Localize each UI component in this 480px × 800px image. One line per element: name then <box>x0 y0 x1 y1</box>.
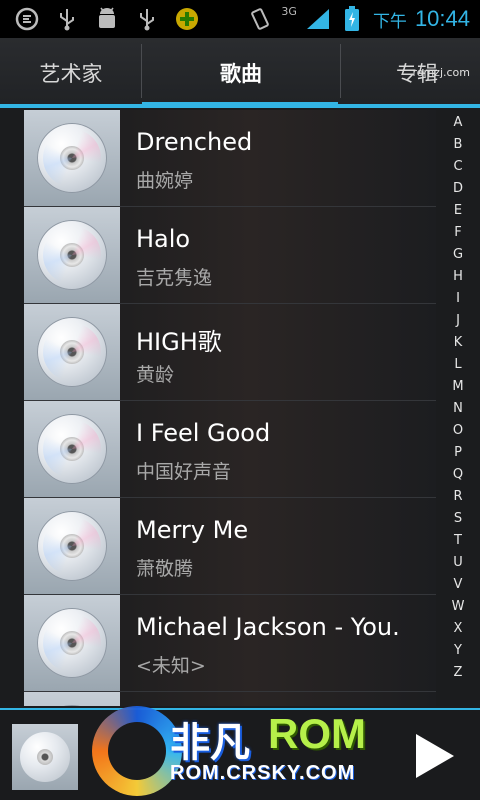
list-item[interactable]: Drenched 曲婉婷 <box>24 110 436 207</box>
album-art <box>24 207 120 303</box>
index-letter[interactable]: X <box>454 618 463 640</box>
android-debug-icon <box>94 6 120 32</box>
cd-disc-icon <box>37 317 107 387</box>
index-letter[interactable]: Y <box>454 640 462 662</box>
song-title: Merry Me <box>136 516 249 544</box>
song-artist: 吉克隽逸 <box>136 267 213 289</box>
index-letter[interactable]: L <box>454 354 461 376</box>
tab-indicator-strip <box>0 104 480 108</box>
now-playing-art[interactable] <box>12 724 78 790</box>
song-artist: <未知> <box>136 655 206 677</box>
index-letter[interactable]: V <box>454 574 463 596</box>
network-type-label: 3G <box>281 4 297 18</box>
index-letter[interactable]: E <box>454 200 462 222</box>
song-title: Halo <box>136 225 191 253</box>
cd-disc-icon <box>20 732 70 782</box>
vibrate-icon <box>247 6 273 32</box>
tab-artists[interactable]: 艺术家 <box>0 38 142 108</box>
index-letter[interactable]: D <box>453 178 463 200</box>
album-art <box>24 304 120 400</box>
album-art <box>24 401 120 497</box>
index-letter[interactable]: N <box>453 398 463 420</box>
cd-disc-icon <box>37 123 107 193</box>
index-letter[interactable]: H <box>453 266 463 288</box>
song-title: Drenched <box>136 128 253 156</box>
index-letter[interactable]: S <box>454 508 462 530</box>
tab-songs[interactable]: 歌曲 <box>142 38 340 108</box>
song-artist: 萧敬腾 <box>136 558 194 580</box>
cd-disc-icon <box>37 511 107 581</box>
tab-bar: 艺术家 歌曲 专辑 <box>0 38 480 108</box>
usb-icon <box>54 6 80 32</box>
plus-badge-icon <box>174 6 200 32</box>
song-title: Michael Jackson - You. <box>136 613 400 641</box>
index-letter[interactable]: O <box>453 420 463 442</box>
index-letter[interactable]: M <box>452 376 463 398</box>
battery-charging-icon <box>339 6 365 32</box>
index-letter[interactable]: T <box>454 530 462 552</box>
list-item[interactable]: Halo 吉克隽逸 <box>24 207 436 304</box>
song-artist: 中国好声音 <box>136 461 232 483</box>
index-letter[interactable]: A <box>454 112 463 134</box>
crsky-logo-watermark: 非凡 ROM ROM.CRSKY.COM <box>92 706 412 798</box>
cd-disc-icon <box>37 220 107 290</box>
index-letter[interactable]: J <box>456 310 460 332</box>
list-item[interactable]: I Feel Good 中国好声音 <box>24 401 436 498</box>
index-letter[interactable]: P <box>454 442 462 464</box>
index-letter[interactable]: B <box>454 134 463 156</box>
song-list[interactable]: Drenched 曲婉婷 Halo 吉克隽逸 HIGH歌 黄龄 I Feel G… <box>24 110 436 706</box>
logo-ring-icon <box>92 706 182 796</box>
song-title: HIGH歌 <box>136 328 222 356</box>
logo-chinese-text: 非凡 <box>170 720 250 766</box>
status-bar: 3G 下午 10:44 <box>0 0 480 38</box>
logo-rom-text: ROM <box>268 710 366 757</box>
now-playing-bar[interactable]: 非凡 ROM ROM.CRSKY.COM <box>0 706 480 800</box>
site-watermark: romzj.com <box>412 66 470 79</box>
list-item[interactable]: Michael Jackson - You. <未知> <box>24 595 436 692</box>
play-icon[interactable] <box>416 734 454 778</box>
index-letter[interactable]: W <box>452 596 465 618</box>
album-art <box>24 595 120 691</box>
index-letter[interactable]: U <box>453 552 463 574</box>
app-icon <box>14 6 40 32</box>
list-item[interactable]: HIGH歌 黄龄 <box>24 304 436 401</box>
index-letter[interactable]: Z <box>454 662 463 684</box>
logo-url-text: ROM.CRSKY.COM <box>170 762 356 784</box>
signal-icon <box>305 6 331 32</box>
index-letter[interactable]: I <box>456 288 460 310</box>
index-letter[interactable]: G <box>453 244 463 266</box>
alphabet-index[interactable]: A B C D E F G H I J K L M N O P Q R S T … <box>444 112 472 684</box>
list-item[interactable]: Merry Me 萧敬腾 <box>24 498 436 595</box>
cd-disc-icon <box>37 608 107 678</box>
index-letter[interactable]: Q <box>453 464 463 486</box>
album-art <box>24 498 120 594</box>
clock-ampm: 下午 <box>372 11 407 32</box>
song-title: I Feel Good <box>136 419 271 447</box>
index-letter[interactable]: C <box>453 156 462 178</box>
index-letter[interactable]: K <box>454 332 463 354</box>
cd-disc-icon <box>37 414 107 484</box>
tab-label: 艺术家 <box>39 62 103 86</box>
song-artist: 曲婉婷 <box>136 170 194 192</box>
song-artist: 黄龄 <box>136 364 175 386</box>
album-art <box>24 110 120 206</box>
album-art <box>24 692 120 706</box>
tab-label: 歌曲 <box>220 62 262 86</box>
index-letter[interactable]: R <box>453 486 462 508</box>
index-letter[interactable]: F <box>454 222 461 244</box>
usb-icon <box>134 6 160 32</box>
clock-time: 10:44 <box>414 6 470 31</box>
list-item[interactable] <box>24 692 436 706</box>
